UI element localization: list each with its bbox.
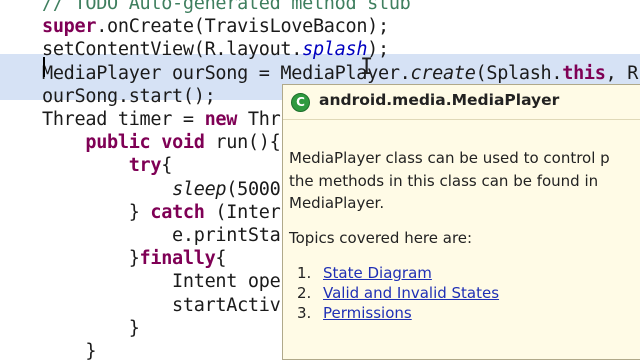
code-token: } <box>42 317 140 339</box>
description-line: MediaPlayer class can be used to control… <box>289 149 610 167</box>
topic-link-valid-invalid-states[interactable]: Valid and Invalid States <box>323 284 499 302</box>
topics-heading: Topics covered here are: <box>289 229 473 247</box>
code-token: } <box>42 248 140 270</box>
code-token: create <box>410 62 476 84</box>
description-line: MediaPlayer. <box>289 194 385 212</box>
code-token: e.printSta <box>42 225 281 246</box>
code-token: Thr <box>237 109 281 130</box>
code-token: Intent ope <box>42 271 281 293</box>
code-token: (Inter <box>204 201 281 223</box>
code-line[interactable]: sleep(5000 <box>42 178 281 201</box>
code-token: ourSong.start(); <box>42 85 216 107</box>
code-line[interactable]: e.printSta <box>42 224 281 247</box>
code-token: catch <box>150 201 205 223</box>
code-token: MediaPlayer ourSong = MediaPlayer. <box>42 62 411 84</box>
code-token: this <box>562 62 606 84</box>
popup-divider <box>283 119 640 120</box>
topic-link-permissions[interactable]: Permissions <box>323 304 412 322</box>
code-token: finally <box>139 248 216 270</box>
code-token: startActiv <box>42 294 281 316</box>
code-line[interactable]: public void run(){ <box>42 131 280 154</box>
code-token: } <box>42 341 97 360</box>
popup-header: C android.media.MediaPlayer <box>283 85 640 119</box>
topic-number: 1. <box>297 264 312 282</box>
code-line[interactable]: } <box>42 340 96 360</box>
topics-list: 1. State Diagram 2. Valid and Invalid Stat… <box>297 263 499 323</box>
code-token: // TODO Auto-generated method stub <box>42 0 411 14</box>
code-token: new <box>204 109 238 130</box>
code-token: try <box>128 155 162 177</box>
description-line: the methods in this class can be found i… <box>289 171 599 190</box>
code-line[interactable]: ourSong.start(); <box>42 85 216 108</box>
code-token: super <box>42 16 97 38</box>
topic-item: 2. Valid and Invalid States <box>297 283 499 303</box>
code-line[interactable]: } <box>42 317 140 340</box>
code-line[interactable]: super.onCreate(TravisLoveBacon); <box>42 15 389 38</box>
code-line[interactable]: } catch (Inter <box>42 201 281 224</box>
popup-title: android.media.MediaPlayer <box>319 91 560 109</box>
class-icon: C <box>291 93 310 112</box>
topic-item: 1. State Diagram <box>297 263 499 283</box>
code-line[interactable]: MediaPlayer ourSong = MediaPlayer.create… <box>42 62 638 85</box>
code-line[interactable]: // TODO Auto-generated method stub <box>42 0 411 15</box>
code-token: setContentView(R.layout. <box>42 39 303 61</box>
code-token: { <box>161 155 173 177</box>
topic-number: 3. <box>297 304 312 322</box>
class-description: MediaPlayer class can be used to control… <box>289 147 640 215</box>
code-token: sleep <box>172 178 227 200</box>
code-token: (5000 <box>226 178 281 200</box>
code-token: run(){ <box>204 132 281 154</box>
code-line[interactable]: Intent ope <box>42 270 281 293</box>
code-line[interactable]: try{ <box>42 154 173 177</box>
javadoc-hover-popup[interactable]: C android.media.MediaPlayer MediaPlayer … <box>282 84 640 360</box>
code-line[interactable]: startActiv <box>42 294 281 317</box>
code-token: splash <box>302 39 368 61</box>
topic-item: 3. Permissions <box>297 303 499 323</box>
code-token: { <box>215 248 227 270</box>
code-token: , R <box>605 62 639 84</box>
text-caret <box>43 57 45 77</box>
topic-number: 2. <box>297 284 312 302</box>
code-line[interactable]: setContentView(R.layout.splash); <box>42 38 389 61</box>
code-token: (Splash. <box>475 62 563 84</box>
code-token: } <box>42 201 151 223</box>
code-line[interactable]: Thread timer = new Thr <box>42 108 281 131</box>
code-token: .onCreate(TravisLoveBacon); <box>96 16 389 38</box>
topic-link-state-diagram[interactable]: State Diagram <box>323 264 432 282</box>
code-token: Thread timer = <box>42 109 205 130</box>
ibeam-cursor-icon: I <box>360 55 374 80</box>
code-line[interactable]: }finally{ <box>42 247 227 270</box>
code-token: public void <box>85 132 205 154</box>
